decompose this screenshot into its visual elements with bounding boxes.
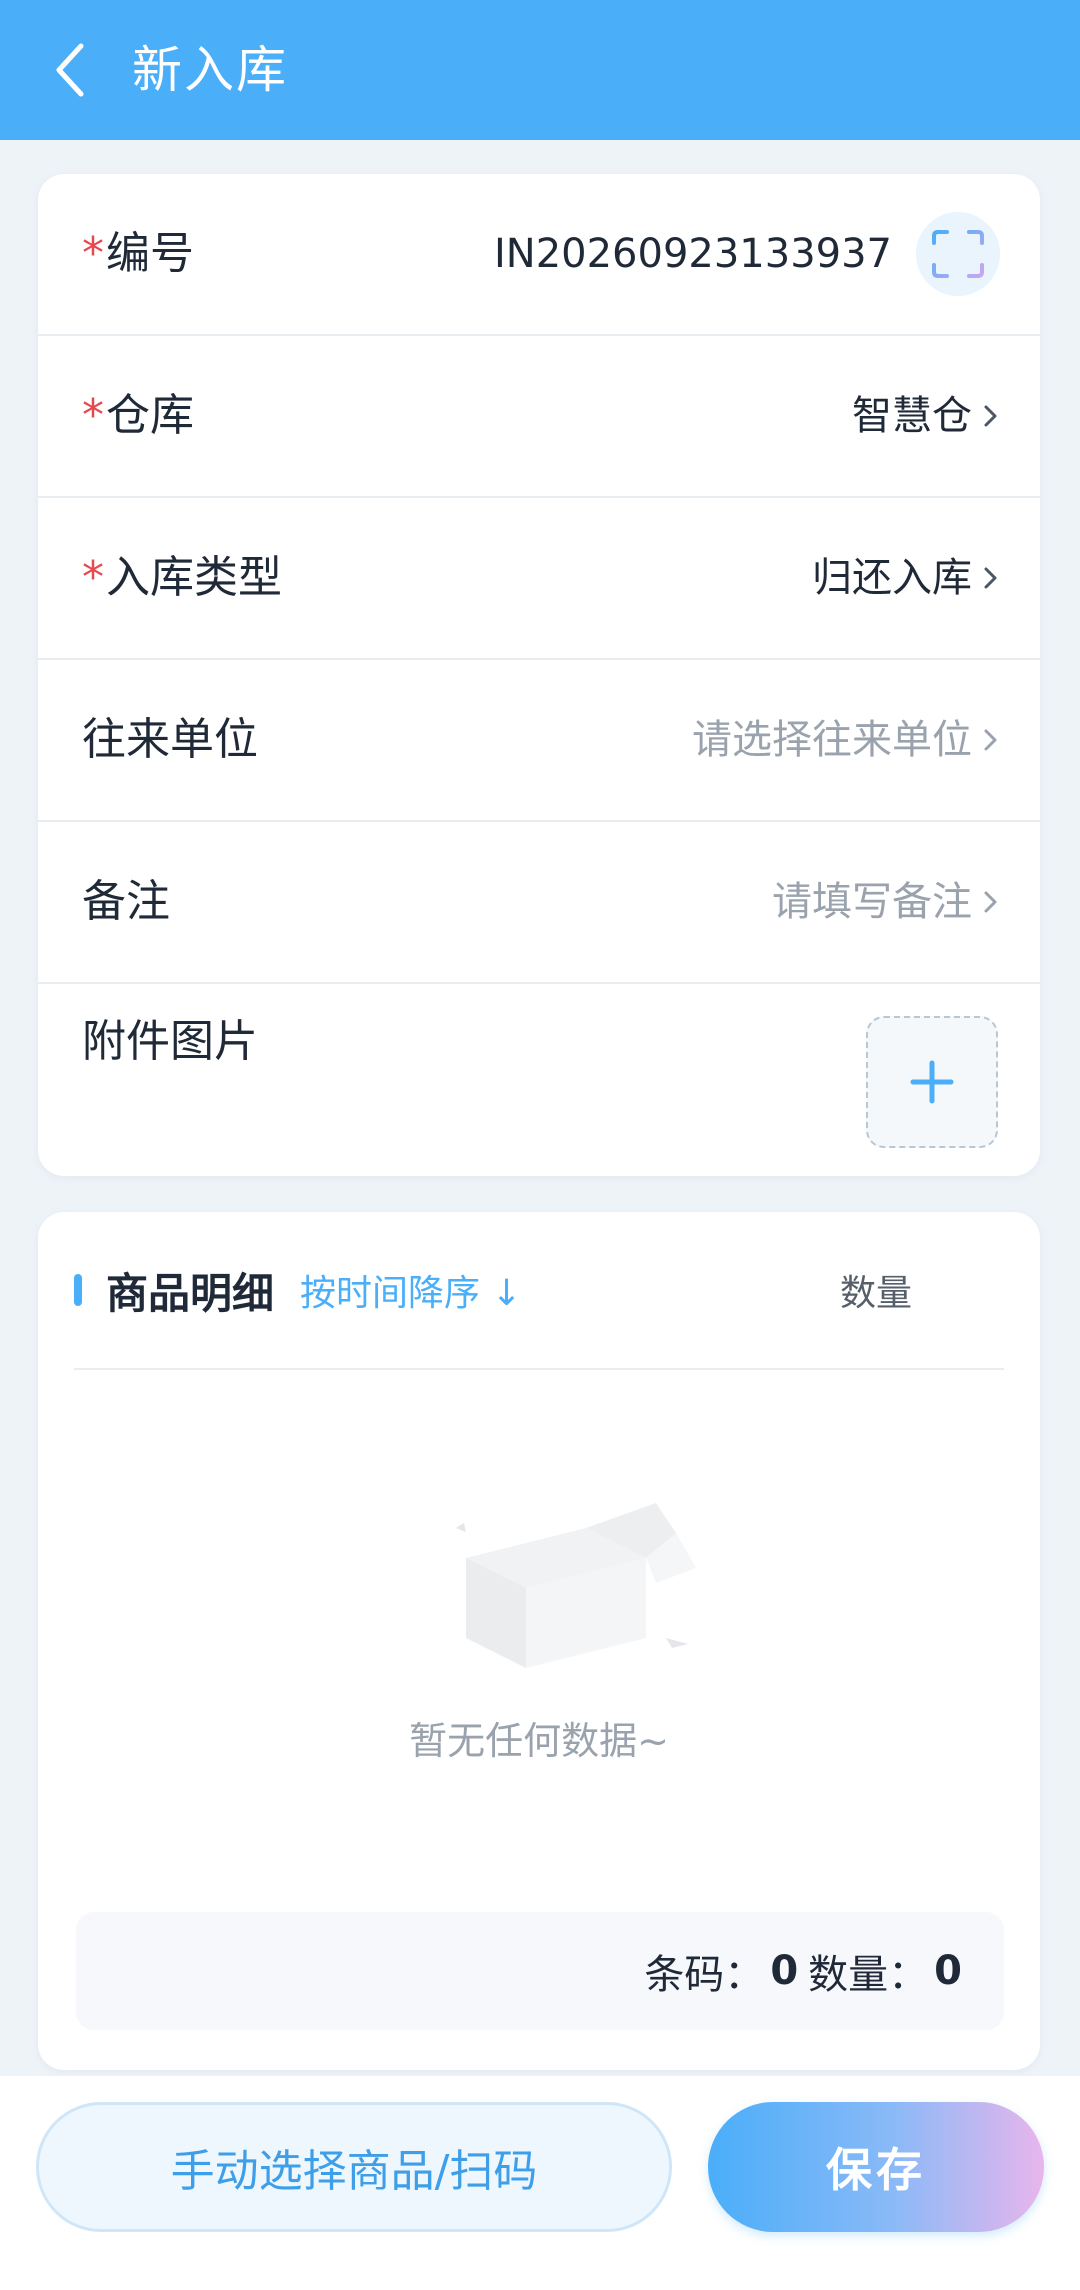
warehouse-value: 智慧仓 bbox=[852, 393, 972, 439]
chevron-right-icon bbox=[984, 729, 997, 751]
remark-label: 备注 bbox=[82, 876, 170, 927]
remark-row[interactable]: 备注 请填写备注 bbox=[38, 822, 1040, 984]
remark-placeholder: 请填写备注 bbox=[772, 879, 972, 925]
barcode-count-label: 条码： bbox=[644, 1952, 765, 1998]
goods-title: 商品明细 bbox=[106, 1268, 275, 1318]
required-mark: * bbox=[82, 390, 104, 441]
empty-box-icon bbox=[456, 1503, 696, 1668]
inbound-type-row[interactable]: * 入库类型 归还入库 bbox=[38, 498, 1040, 660]
code-label: 编号 bbox=[106, 228, 194, 279]
manual-select-scan-button[interactable]: 手动选择商品/扫码 bbox=[36, 2102, 672, 2232]
partner-row[interactable]: 往来单位 请选择往来单位 bbox=[38, 660, 1040, 822]
sort-arrow-icon: ↓ bbox=[491, 1273, 522, 1314]
add-photo-button[interactable] bbox=[866, 1016, 998, 1148]
empty-state-text: 暂无任何数据~ bbox=[409, 1719, 669, 1763]
goods-detail-card: 商品明细 按时间降序 ↓ 数量 暂无任何数据~ 条码： 0 数量： 0 bbox=[38, 1212, 1040, 2070]
top-app-bar: 新入库 bbox=[0, 0, 1080, 140]
attachments-row: 附件图片 bbox=[38, 984, 1040, 1174]
save-button[interactable]: 保存 bbox=[708, 2102, 1044, 2232]
code-value: IN20260923133937 bbox=[493, 231, 892, 277]
page-title: 新入库 bbox=[132, 41, 288, 99]
chevron-right-icon bbox=[984, 405, 997, 427]
required-mark: * bbox=[82, 228, 104, 279]
warehouse-label: 仓库 bbox=[106, 390, 194, 441]
warehouse-row[interactable]: * 仓库 智慧仓 bbox=[38, 336, 1040, 498]
goods-header: 商品明细 按时间降序 ↓ 数量 bbox=[74, 1212, 1004, 1370]
plus-icon bbox=[910, 1060, 954, 1104]
goods-summary: 条码： 0 数量： 0 bbox=[76, 1912, 1004, 2030]
chevron-right-icon bbox=[984, 567, 997, 589]
inbound-type-value: 归还入库 bbox=[812, 555, 972, 601]
code-row: * 编号 IN20260923133937 bbox=[38, 174, 1040, 336]
chevron-right-icon bbox=[984, 891, 997, 913]
scan-code-button[interactable] bbox=[916, 212, 1000, 296]
required-mark: * bbox=[82, 552, 104, 603]
bottom-action-bar: 手动选择商品/扫码 保存 bbox=[0, 2076, 1080, 2290]
attachments-label: 附件图片 bbox=[82, 1016, 258, 1067]
quantity-column-header: 数量 bbox=[840, 1273, 913, 1314]
chevron-left-icon bbox=[56, 43, 84, 97]
partner-placeholder: 请选择往来单位 bbox=[692, 717, 972, 763]
section-accent-bar bbox=[74, 1274, 82, 1306]
quantity-total-value: 0 bbox=[934, 1948, 962, 1994]
back-button[interactable] bbox=[40, 35, 100, 105]
sort-toggle[interactable]: 按时间降序 ↓ bbox=[300, 1264, 522, 1316]
partner-label: 往来单位 bbox=[82, 714, 258, 765]
inbound-type-label: 入库类型 bbox=[106, 552, 282, 603]
scan-icon bbox=[932, 230, 984, 278]
inbound-form-card: * 编号 IN20260923133937 * 仓库 智慧仓 * 入库类型 归还… bbox=[38, 174, 1040, 1176]
sort-label: 按时间降序 bbox=[300, 1273, 481, 1314]
quantity-total-label: 数量： bbox=[808, 1952, 929, 1998]
barcode-count-value: 0 bbox=[770, 1948, 799, 1994]
